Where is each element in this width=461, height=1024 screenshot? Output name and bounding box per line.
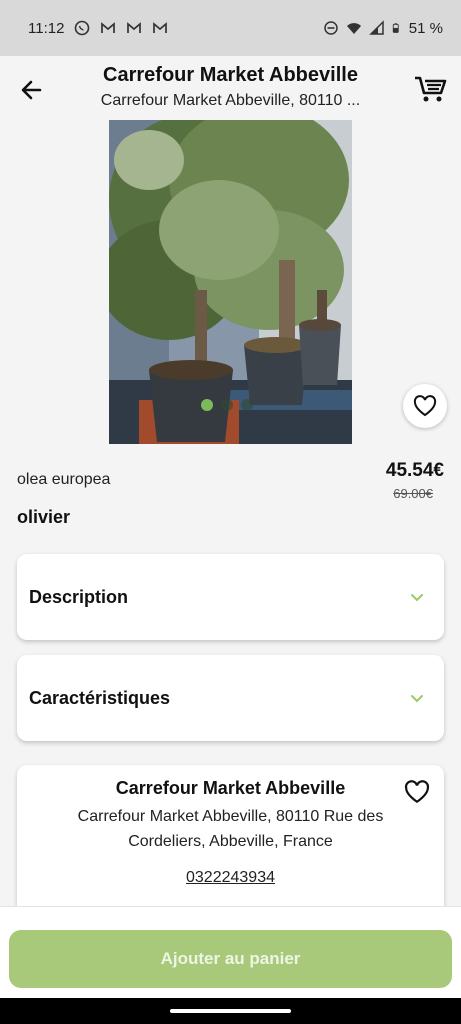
description-accordion[interactable]: Description bbox=[17, 554, 444, 640]
do-not-disturb-icon bbox=[324, 21, 338, 35]
heart-icon[interactable] bbox=[404, 779, 430, 805]
chevron-down-icon bbox=[411, 695, 423, 703]
product-image[interactable] bbox=[109, 120, 352, 444]
olive-tree-photo bbox=[109, 120, 352, 444]
gmail-icon bbox=[153, 22, 168, 33]
characteristics-label: Caractéristiques bbox=[29, 687, 171, 708]
status-left: 11:12 bbox=[28, 20, 168, 37]
signal-icon bbox=[368, 20, 384, 35]
header: Carrefour Market Abbeville Carrefour Mar… bbox=[0, 56, 461, 120]
favorite-product-button[interactable] bbox=[403, 384, 447, 428]
battery-icon bbox=[392, 23, 399, 33]
product-name: olivier bbox=[17, 507, 71, 527]
carousel-dot[interactable] bbox=[201, 399, 213, 411]
home-handle[interactable] bbox=[170, 1009, 291, 1013]
page-title: Carrefour Market Abbeville bbox=[103, 64, 358, 86]
status-bar: 11:12 51 % bbox=[0, 0, 461, 56]
status-time: 11:12 bbox=[28, 19, 65, 37]
store-name: Carrefour Market Abbeville bbox=[115, 778, 346, 798]
product-price: 45.54€ bbox=[385, 460, 444, 481]
carousel-dot[interactable] bbox=[241, 399, 253, 411]
characteristics-accordion[interactable]: Caractéristiques bbox=[17, 655, 444, 741]
add-to-cart-button[interactable]: Ajouter au panier bbox=[9, 930, 452, 988]
store-phone-link[interactable]: 0322243934 bbox=[17, 869, 444, 887]
status-right: 51 % bbox=[323, 20, 443, 37]
whatsapp-icon bbox=[75, 20, 90, 36]
description-label: Description bbox=[29, 586, 129, 607]
carousel-dots[interactable] bbox=[201, 399, 253, 411]
wifi-icon bbox=[346, 23, 361, 34]
battery-level: 51 % bbox=[408, 19, 443, 37]
gmail-icon bbox=[127, 22, 142, 33]
bottom-bar: Ajouter au panier bbox=[0, 906, 461, 998]
store-card: Carrefour Market Abbeville Carrefour Mar… bbox=[17, 765, 444, 925]
gmail-icon bbox=[101, 22, 116, 33]
chevron-down-icon bbox=[411, 594, 423, 602]
system-nav-bar bbox=[0, 998, 461, 1024]
page-subtitle: Carrefour Market Abbeville, 80110 ... bbox=[100, 92, 361, 109]
product-old-price: 69.00€ bbox=[393, 486, 433, 501]
cart-icon[interactable] bbox=[413, 72, 447, 104]
back-arrow-icon[interactable] bbox=[18, 76, 46, 104]
product-latin-name: olea europea bbox=[17, 471, 111, 488]
store-address: Carrefour Market Abbeville, 80110 Rue de… bbox=[77, 808, 384, 850]
carousel-dot[interactable] bbox=[221, 399, 233, 411]
heart-icon bbox=[413, 395, 437, 417]
